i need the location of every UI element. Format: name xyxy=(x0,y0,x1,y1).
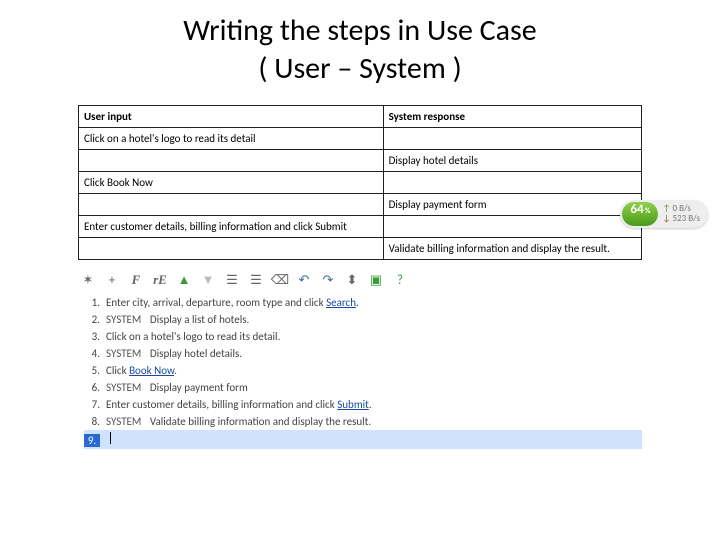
list-item[interactable]: 2. SYSTEM Display a list of hotels. xyxy=(84,311,642,328)
slide-content: User input System response Click on a ho… xyxy=(0,87,720,449)
outdent-icon[interactable]: ☰ xyxy=(222,270,242,290)
list-item[interactable]: 1. Enter city, arrival, departure, room t… xyxy=(84,294,642,311)
editor-toolbar: ✶ + F rE ▲ ▼ ☰ ☰ ⌫ ↶ ↷ ⬍ ▣ ? xyxy=(78,260,642,294)
step-link[interactable]: Search xyxy=(326,296,356,309)
sparkle-icon[interactable]: ✶ xyxy=(78,270,98,290)
list-item[interactable]: 5. Click Book Now. xyxy=(84,362,642,379)
system-label: SYSTEM xyxy=(106,313,141,326)
download-speed: 523 B/s xyxy=(673,214,700,224)
percent-sign: % xyxy=(644,206,651,216)
step-text: Enter city, arrival, departure, room typ… xyxy=(106,296,359,309)
step-number: 1. xyxy=(84,296,100,309)
box-icon[interactable]: ▣ xyxy=(366,270,386,290)
redo-icon[interactable]: ↷ xyxy=(318,270,338,290)
cell-system xyxy=(383,128,641,150)
table-row: Display hotel details xyxy=(79,150,642,172)
step-number: 9. xyxy=(84,434,100,447)
list-item[interactable]: 3. Click on a hotel's logo to read its de… xyxy=(84,328,642,345)
step-text: SYSTEM Display a list of hotels. xyxy=(106,313,249,326)
network-value: 64 xyxy=(630,202,643,217)
cell-user xyxy=(79,150,384,172)
step-number: 3. xyxy=(84,330,100,343)
network-widget[interactable]: 64% ↑0 B/s ↓523 B/s xyxy=(620,200,708,228)
col-header-system: System response xyxy=(383,106,641,128)
col-header-user: User input xyxy=(79,106,384,128)
list-item[interactable]: 4. SYSTEM Display hotel details. xyxy=(84,345,642,362)
table-row: Enter customer details, billing informat… xyxy=(79,216,642,238)
cell-system: Validate billing information and display… xyxy=(383,238,641,260)
use-case-table: User input System response Click on a ho… xyxy=(78,105,642,260)
cell-user xyxy=(79,194,384,216)
cell-system xyxy=(383,216,641,238)
cell-user xyxy=(79,238,384,260)
cell-system xyxy=(383,172,641,194)
step-text: Click on a hotel's logo to read its deta… xyxy=(106,330,280,343)
cell-system: Display payment form xyxy=(383,194,641,216)
download-icon: ↓ xyxy=(662,214,670,224)
system-label: SYSTEM xyxy=(106,347,141,360)
step-number: 7. xyxy=(84,398,100,411)
text-cursor xyxy=(110,432,111,444)
list-item[interactable]: 6. SYSTEM Display payment form xyxy=(84,379,642,396)
step-text: SYSTEM Display hotel details. xyxy=(106,347,242,360)
caret-down-icon[interactable]: ▼ xyxy=(198,270,218,290)
title-line-2: ( User – System ) xyxy=(258,50,461,87)
step-number: 5. xyxy=(84,364,100,377)
step-number: 4. xyxy=(84,347,100,360)
cell-user: Enter customer details, billing informat… xyxy=(79,216,384,238)
plus-icon[interactable]: + xyxy=(102,270,122,290)
step-number: 8. xyxy=(84,415,100,428)
title-line-1: Writing the steps in Use Case xyxy=(183,12,536,49)
system-label: SYSTEM xyxy=(106,415,141,428)
step-text: SYSTEM Validate billing information and … xyxy=(106,415,371,428)
table-row: Validate billing information and display… xyxy=(79,238,642,260)
table-row: Click Book Now xyxy=(79,172,642,194)
font-f-icon[interactable]: F xyxy=(126,270,146,290)
step-link[interactable]: Submit xyxy=(337,398,369,411)
cell-user: Click Book Now xyxy=(79,172,384,194)
undo-icon[interactable]: ↶ xyxy=(294,270,314,290)
cell-system: Display hotel details xyxy=(383,150,641,172)
step-number: 6. xyxy=(84,381,100,394)
slide-title: Writing the steps in Use Case ( User – S… xyxy=(0,0,720,87)
step-link[interactable]: Book Now xyxy=(129,364,174,377)
split-icon[interactable]: ⬍ xyxy=(342,270,362,290)
step-text: Click Book Now. xyxy=(106,364,177,377)
network-speeds: ↑0 B/s ↓523 B/s xyxy=(662,204,700,224)
eraser-icon[interactable]: ⌫ xyxy=(270,270,290,290)
step-text: Enter customer details, billing informat… xyxy=(106,398,372,411)
font-re-icon[interactable]: rE xyxy=(150,270,170,290)
cell-user: Click on a hotel's logo to read its deta… xyxy=(79,128,384,150)
list-item[interactable]: 7. Enter customer details, billing inform… xyxy=(84,396,642,413)
step-number: 2. xyxy=(84,313,100,326)
table-row: Display payment form xyxy=(79,194,642,216)
system-label: SYSTEM xyxy=(106,381,141,394)
list-item-active[interactable]: 9. xyxy=(84,430,642,449)
network-badge: 64% xyxy=(622,202,658,226)
help-icon[interactable]: ? xyxy=(390,270,410,290)
indent-icon[interactable]: ☰ xyxy=(246,270,266,290)
caret-up-icon[interactable]: ▲ xyxy=(174,270,194,290)
table-row: Click on a hotel's logo to read its deta… xyxy=(79,128,642,150)
steps-editor[interactable]: 1. Enter city, arrival, departure, room t… xyxy=(78,294,642,449)
list-item[interactable]: 8. SYSTEM Validate billing information an… xyxy=(84,413,642,430)
step-text: SYSTEM Display payment form xyxy=(106,381,248,394)
